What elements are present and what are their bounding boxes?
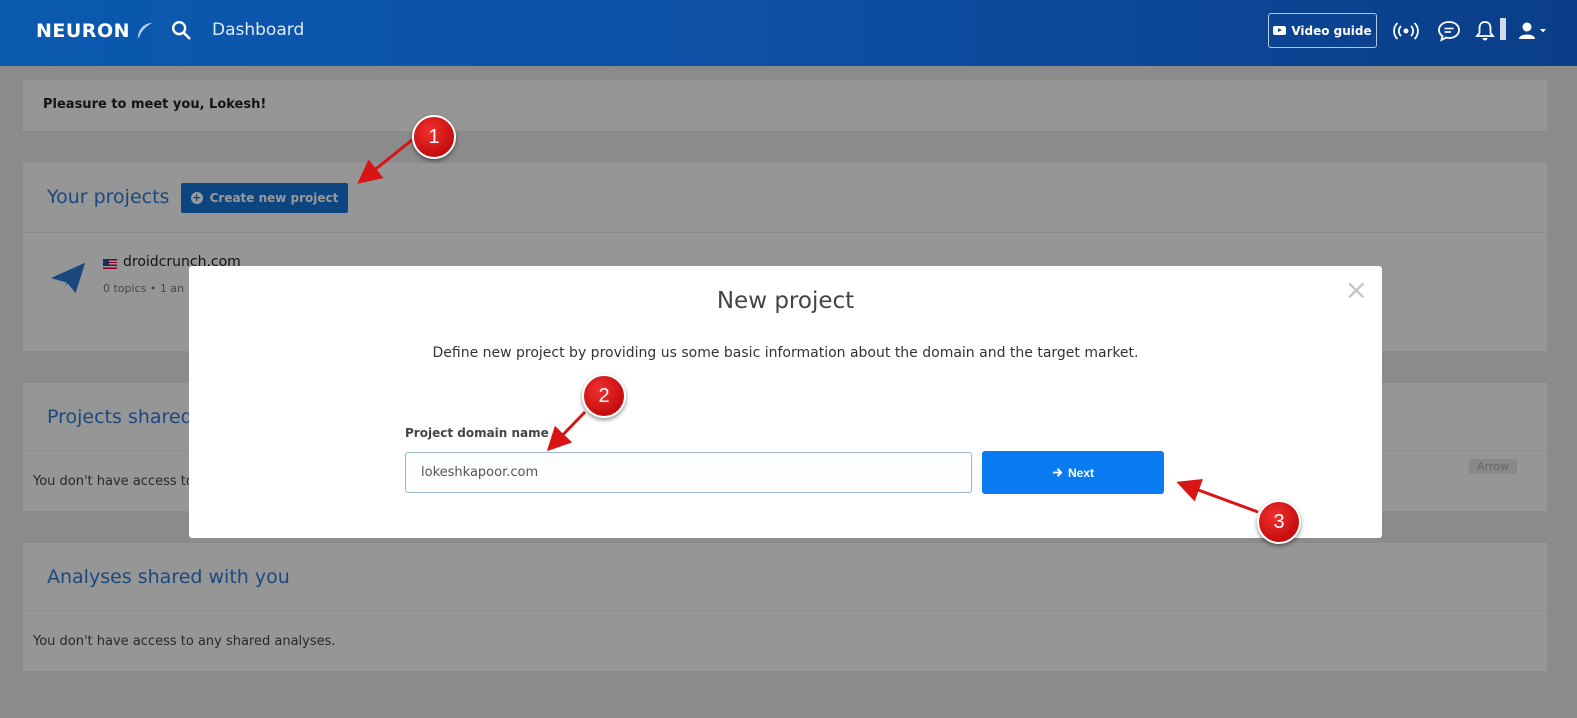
- new-project-modal: × New project Define new project by prov…: [189, 266, 1382, 538]
- notification-level-bar: [1500, 18, 1506, 40]
- annotation-marker-2: 2: [582, 374, 626, 418]
- broadcast-icon[interactable]: [1393, 18, 1419, 44]
- annotation-marker-1: 1: [412, 115, 456, 159]
- user-menu-icon[interactable]: [1516, 18, 1550, 44]
- chat-icon[interactable]: [1436, 18, 1462, 44]
- video-guide-label: Video guide: [1291, 23, 1372, 38]
- next-button[interactable]: Next: [982, 451, 1164, 494]
- next-label: Next: [1067, 465, 1094, 480]
- modal-title: New project: [716, 288, 855, 314]
- modal-description: Define new project by providing us some …: [432, 345, 1139, 361]
- video-guide-button[interactable]: Video guide: [1268, 13, 1377, 48]
- logo-text: NEURON: [36, 20, 130, 42]
- neuron-logo[interactable]: NEURON: [36, 20, 156, 42]
- arrow-right-icon: [1052, 468, 1063, 477]
- page-title: Dashboard: [212, 20, 305, 40]
- project-domain-label: Project domain name: [405, 426, 549, 440]
- annotation-marker-3: 3: [1257, 500, 1301, 544]
- search-icon[interactable]: [170, 19, 192, 41]
- top-navigation-bar: NEURON Dashboard Video guide: [0, 0, 1577, 66]
- youtube-icon: [1273, 26, 1287, 35]
- bell-icon[interactable]: [1472, 18, 1498, 44]
- project-domain-input[interactable]: [405, 452, 972, 493]
- feather-icon: [137, 22, 153, 39]
